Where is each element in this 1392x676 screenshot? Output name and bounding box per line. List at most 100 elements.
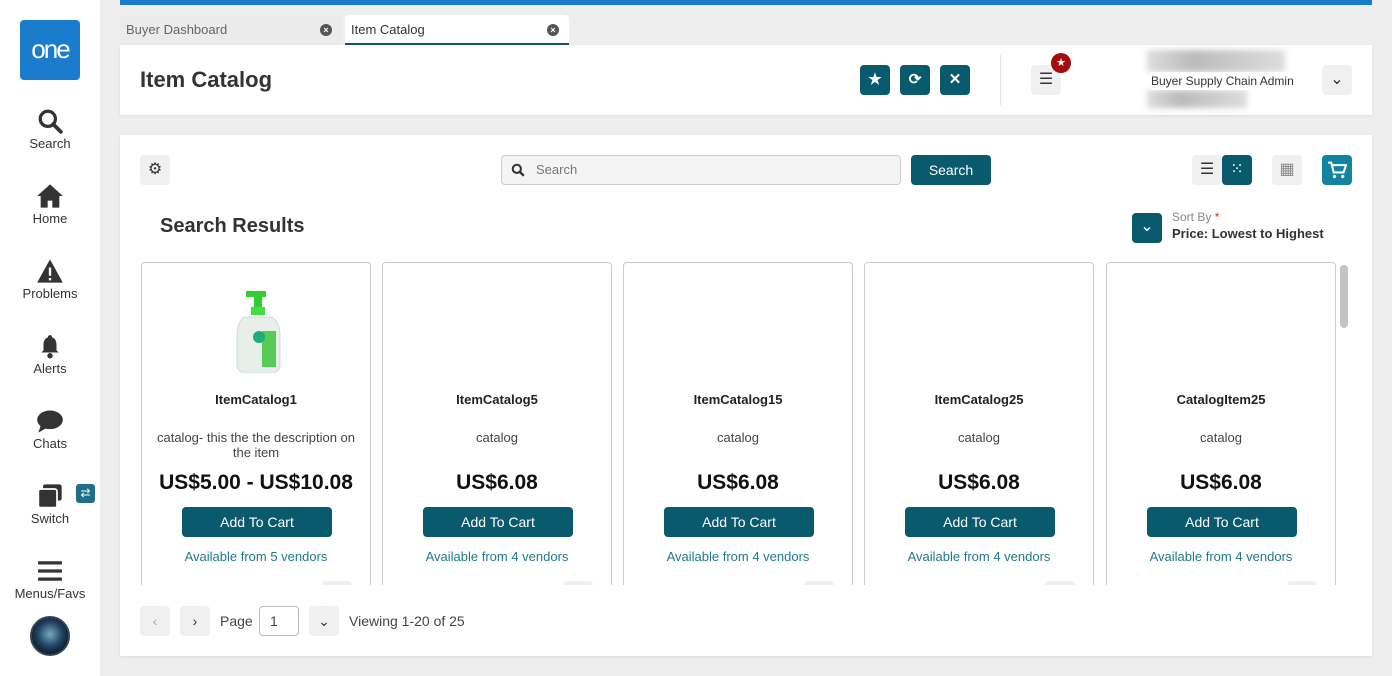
- item-name[interactable]: CatalogItem25: [1107, 392, 1335, 407]
- search-input[interactable]: Search: [501, 155, 901, 185]
- add-to-cart-button[interactable]: Add To Cart: [1147, 507, 1297, 537]
- card-action-button[interactable]: [322, 581, 352, 585]
- sidebar-item-label: Home: [32, 211, 68, 226]
- item-name[interactable]: ItemCatalog15: [624, 392, 852, 407]
- chat-icon: [37, 410, 63, 433]
- star-icon: ★: [868, 71, 882, 88]
- sort-label-text: Sort By: [1172, 210, 1212, 224]
- switch-role-icon[interactable]: ⇄: [76, 484, 95, 503]
- cart-button[interactable]: [1322, 155, 1352, 185]
- menu-icon: [38, 561, 62, 581]
- tab-item-catalog[interactable]: Item Catalog ×: [345, 15, 569, 45]
- filter-button[interactable]: ⚙: [140, 155, 170, 185]
- page-title: Item Catalog: [140, 67, 273, 92]
- search-icon: [38, 109, 63, 134]
- sort-dropdown-button[interactable]: ⌄: [1132, 213, 1162, 243]
- vendors-link[interactable]: Available from 5 vendors: [142, 549, 370, 564]
- item-description: catalog: [1200, 430, 1242, 445]
- product-card[interactable]: CatalogItem25 catalog US$6.08 Add To Cart Av…: [1106, 262, 1336, 585]
- refresh-button[interactable]: ⟳: [900, 65, 930, 95]
- page-label: Page: [220, 613, 253, 629]
- results-scrollbar[interactable]: [1340, 265, 1348, 328]
- vendors-link[interactable]: Available from 4 vendors: [383, 549, 611, 564]
- item-name[interactable]: ItemCatalog25: [865, 392, 1093, 407]
- bell-icon: [41, 335, 59, 359]
- add-to-cart-button[interactable]: Add To Cart: [423, 507, 573, 537]
- item-price: US$5.00 - US$10.08: [159, 471, 353, 494]
- prev-page-button[interactable]: ‹: [140, 606, 170, 636]
- tile-view-button[interactable]: ▦: [1272, 155, 1302, 185]
- product-card[interactable]: ItemCatalog15 catalog US$6.08 Add To Cart Av…: [623, 262, 853, 585]
- add-to-cart-button[interactable]: Add To Cart: [664, 507, 814, 537]
- sidebar-item-menus-favs[interactable]: Menus/Favs: [0, 558, 100, 601]
- user-menu-dropdown[interactable]: ⌄: [1322, 65, 1352, 95]
- card-action-button[interactable]: [563, 581, 593, 585]
- item-name[interactable]: ItemCatalog5: [383, 392, 611, 407]
- catalog-panel: ⚙ Search Search ☰ ⁙ ▦ Search Results ⌄ S…: [120, 135, 1372, 656]
- divider: [1000, 55, 1001, 105]
- blurred-username: [1147, 50, 1285, 72]
- user-avatar[interactable]: [30, 616, 70, 656]
- sidebar-item-alerts[interactable]: Alerts: [0, 333, 100, 376]
- app-logo[interactable]: one: [20, 20, 80, 80]
- star-badge-icon: ★: [1051, 53, 1071, 73]
- sidebar-item-problems[interactable]: Problems: [0, 258, 100, 301]
- user-role: Buyer Supply Chain Admin: [1151, 72, 1294, 90]
- switch-icon: [37, 484, 62, 509]
- results-heading: Search Results: [160, 215, 305, 237]
- page-number-input[interactable]: 1: [259, 606, 299, 636]
- warning-icon: [37, 259, 63, 283]
- next-page-button[interactable]: ›: [180, 606, 210, 636]
- close-tab-icon[interactable]: ×: [547, 24, 559, 36]
- product-card[interactable]: ItemCatalog1 catalog- this the the descri…: [141, 262, 371, 585]
- blurred-org: [1147, 90, 1247, 108]
- item-description: catalog- this the the description on the…: [156, 430, 355, 460]
- card-action-button[interactable]: [804, 581, 834, 585]
- sidebar-item-chats[interactable]: Chats: [0, 408, 100, 451]
- tab-label: Item Catalog: [351, 22, 425, 37]
- add-to-cart-button[interactable]: Add To Cart: [905, 507, 1055, 537]
- card-action-button[interactable]: [1287, 581, 1317, 585]
- tab-label: Buyer Dashboard: [126, 22, 228, 37]
- grid-view-button[interactable]: ⁙: [1222, 155, 1252, 185]
- item-price: US$6.08: [456, 471, 538, 494]
- list-view-button[interactable]: ☰: [1192, 155, 1222, 185]
- sidebar-item-search[interactable]: Search: [0, 108, 100, 151]
- viewing-count: Viewing 1-20 of 25: [349, 613, 465, 629]
- page-header: Item Catalog ★ ⟳ ✕ ☰ ★ Buyer Supply Chai…: [120, 45, 1372, 115]
- page-dropdown-button[interactable]: ⌄: [309, 606, 339, 636]
- card-action-button[interactable]: [1045, 581, 1075, 585]
- chevron-down-icon: ⌄: [1140, 218, 1154, 235]
- vendors-link[interactable]: Available from 4 vendors: [624, 549, 852, 564]
- product-card[interactable]: ItemCatalog5 catalog US$6.08 Add To Cart Ava…: [382, 262, 612, 585]
- vendors-link[interactable]: Available from 4 vendors: [1107, 549, 1335, 564]
- product-card[interactable]: ItemCatalog25 catalog US$6.08 Add To Cart Av…: [864, 262, 1094, 585]
- home-icon: [37, 184, 63, 208]
- refresh-icon: ⟳: [908, 71, 922, 88]
- close-tab-icon[interactable]: ×: [320, 24, 332, 36]
- tab-buyer-dashboard[interactable]: Buyer Dashboard ×: [120, 15, 342, 45]
- add-to-cart-button[interactable]: Add To Cart: [182, 507, 332, 537]
- item-description: catalog: [717, 430, 759, 445]
- sort-value[interactable]: Price: Lowest to Highest: [1172, 226, 1324, 241]
- search-button[interactable]: Search: [911, 155, 991, 185]
- sidebar: one Search Home Problems Alerts Chats Sw…: [0, 0, 100, 676]
- close-icon: ✕: [948, 71, 962, 88]
- top-accent-bar: [120, 0, 1372, 5]
- product-image: [236, 291, 281, 373]
- required-marker: *: [1214, 210, 1220, 224]
- close-button[interactable]: ✕: [940, 65, 970, 95]
- grid-icon: ⁙: [1230, 161, 1244, 178]
- sidebar-item-label: Chats: [33, 436, 67, 451]
- cart-icon: [1328, 161, 1348, 179]
- sidebar-item-label: Switch: [30, 511, 70, 526]
- sidebar-item-label: Menus/Favs: [14, 586, 86, 601]
- tiles-icon: ▦: [1279, 161, 1295, 178]
- sort-label: Sort By *: [1172, 210, 1219, 224]
- vendors-link[interactable]: Available from 4 vendors: [865, 549, 1093, 564]
- favorite-button[interactable]: ★: [860, 65, 890, 95]
- list-icon: ☰: [1199, 161, 1215, 178]
- item-name[interactable]: ItemCatalog1: [142, 392, 370, 407]
- hamburger-icon: ☰: [1038, 71, 1054, 88]
- sidebar-item-home[interactable]: Home: [0, 183, 100, 226]
